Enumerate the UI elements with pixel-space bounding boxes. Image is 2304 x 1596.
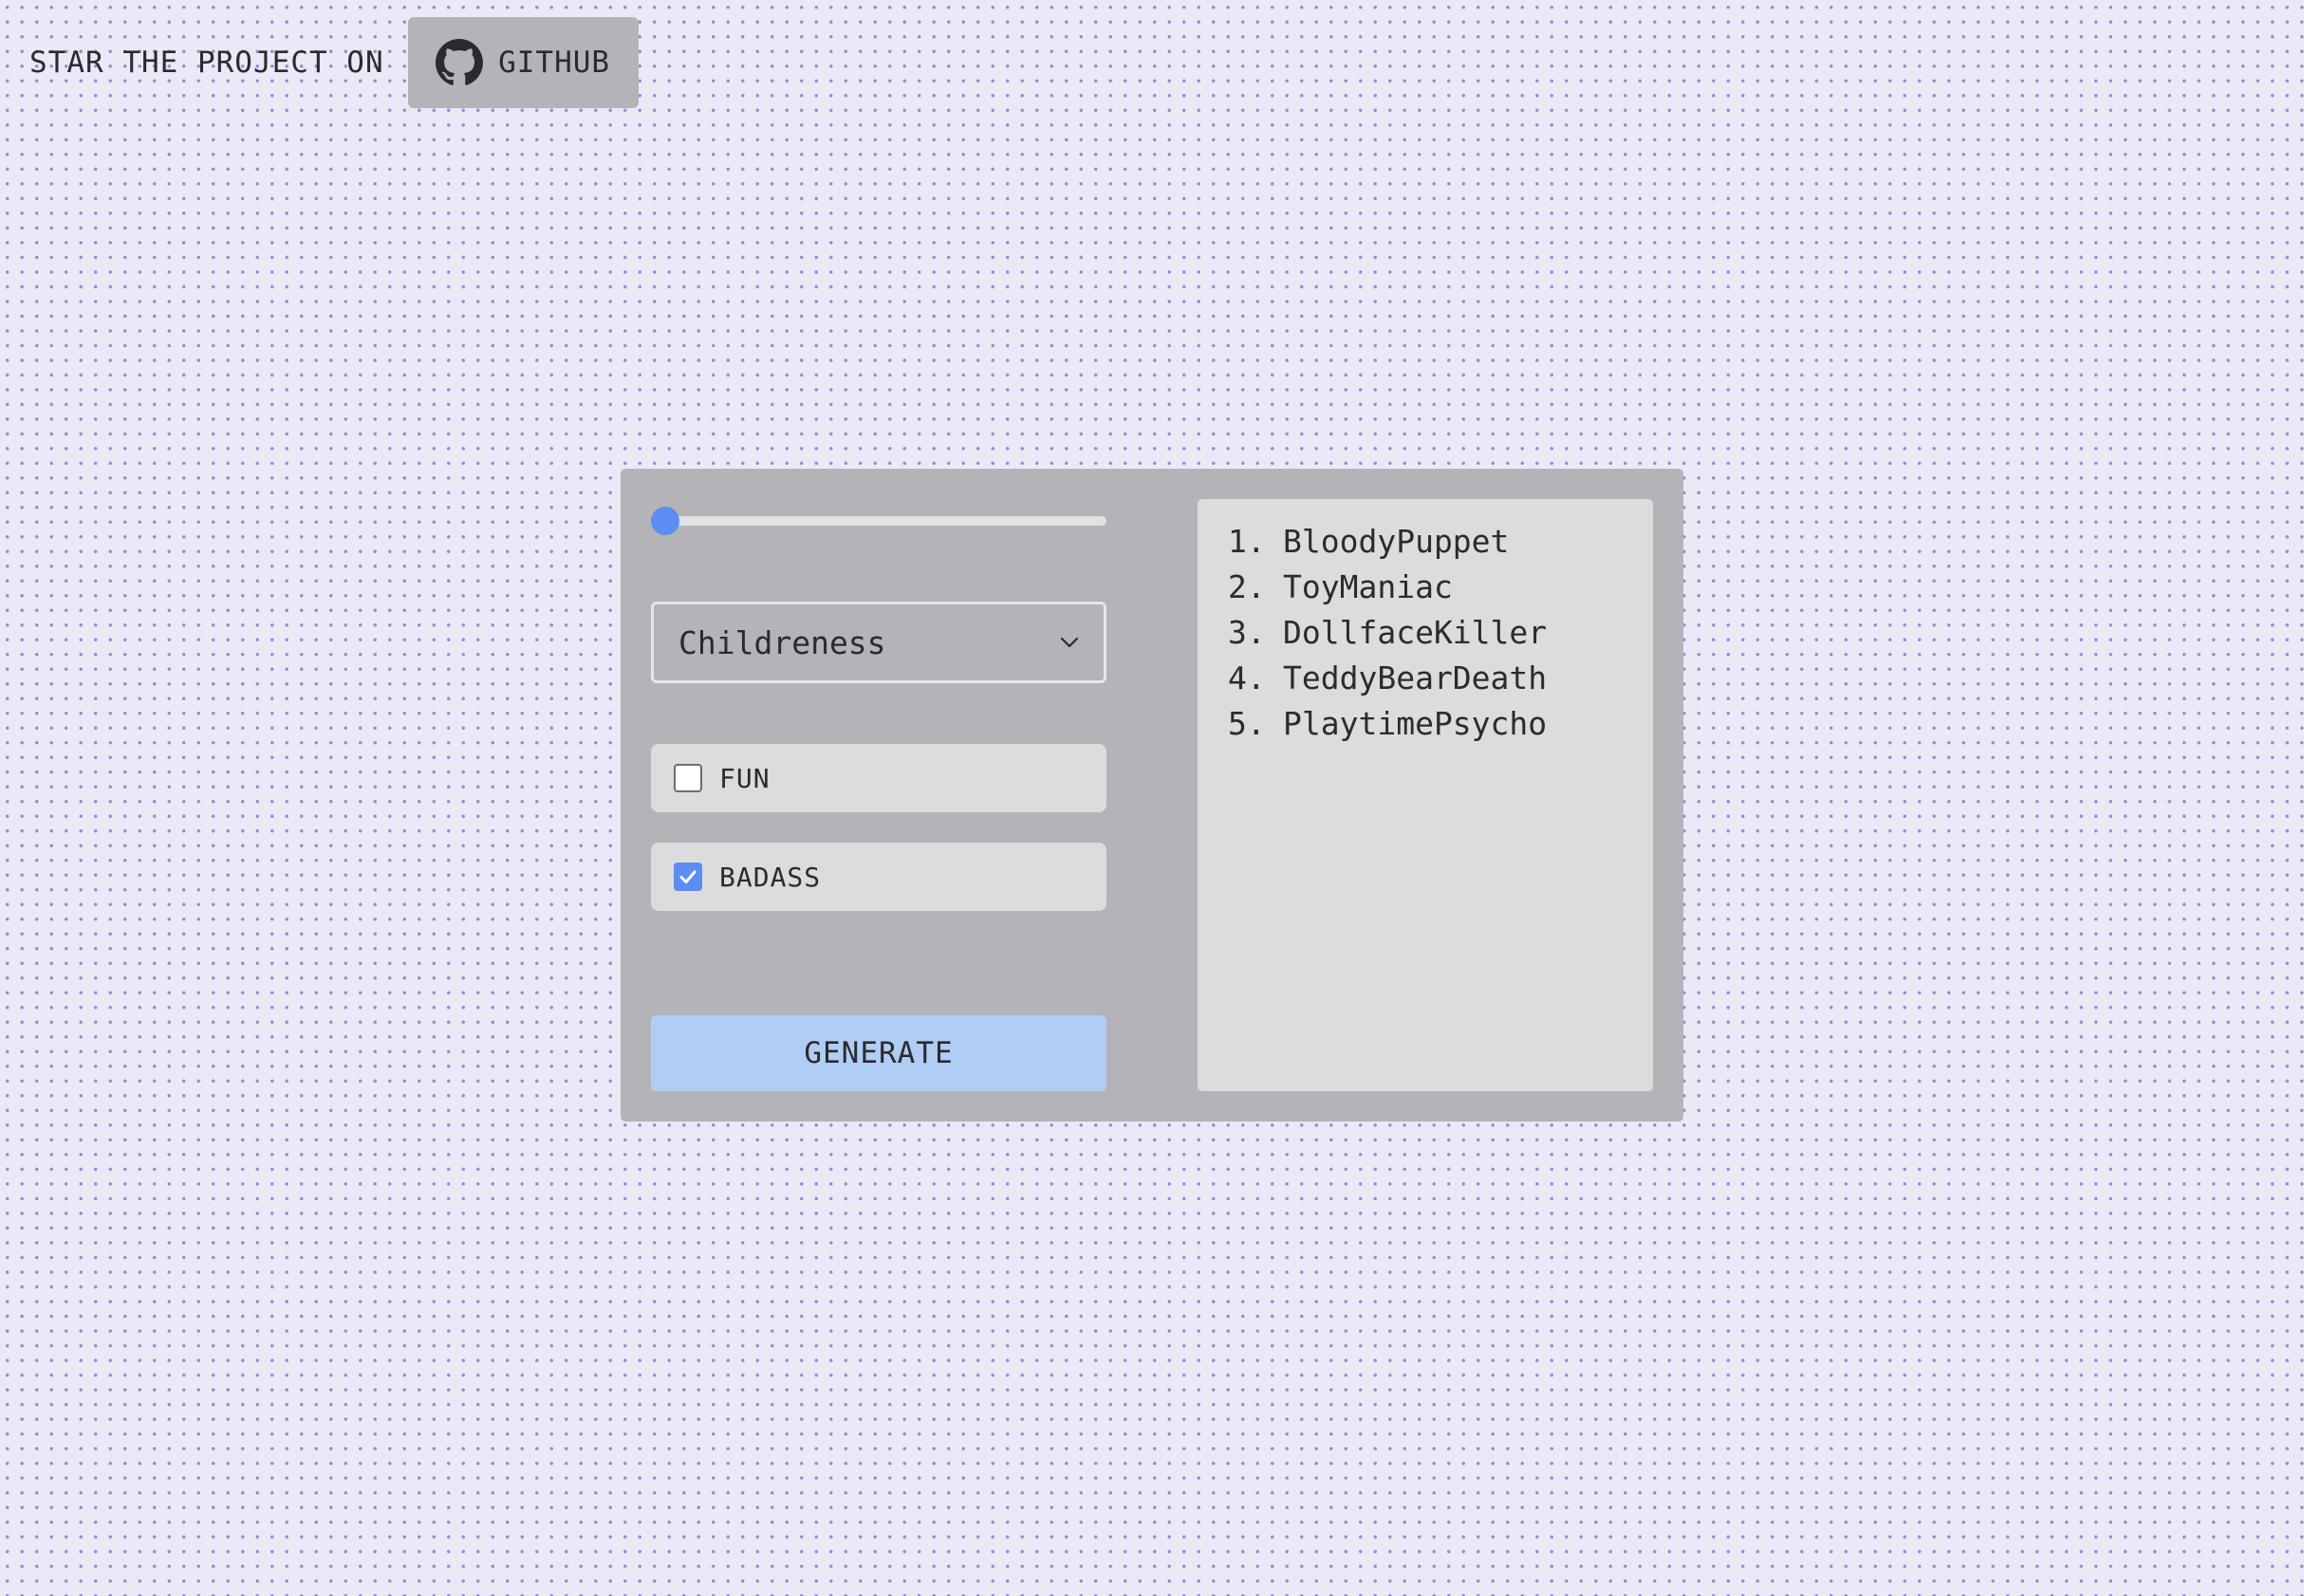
name-count-slider[interactable] (651, 505, 1106, 537)
category-select-value: Childreness (678, 623, 886, 661)
list-item-number: 5. (1228, 704, 1266, 742)
slider-thumb[interactable] (651, 507, 679, 535)
option-fun[interactable]: FUN (651, 744, 1106, 812)
slider-track[interactable] (651, 516, 1106, 526)
list-item-number: 1. (1228, 522, 1266, 560)
option-badass[interactable]: BADASS (651, 843, 1106, 911)
list-item-number: 3. (1228, 613, 1266, 651)
github-icon (436, 39, 484, 86)
chevron-down-icon (1060, 637, 1079, 648)
github-button[interactable]: GITHUB (407, 17, 639, 108)
badass-checkbox[interactable] (674, 863, 702, 891)
list-item: 1. BloodyPuppet (1228, 518, 1653, 564)
list-item-name: DollfaceKiller (1283, 613, 1548, 651)
github-label: GITHUB (498, 46, 611, 80)
list-item-name: BloodyPuppet (1283, 522, 1510, 560)
fun-label: FUN (719, 762, 771, 794)
list-item: 3. DollfaceKiller (1228, 609, 1653, 655)
generate-label: GENERATE (804, 1036, 954, 1070)
list-item-number: 4. (1228, 659, 1266, 696)
list-item: 4. TeddyBearDeath (1228, 655, 1653, 700)
list-item: 2. ToyManiac (1228, 564, 1653, 609)
category-select[interactable]: Childreness (651, 602, 1106, 683)
checkmark-icon (679, 870, 697, 883)
list-item-name: ToyManiac (1283, 567, 1453, 605)
results-list: 1. BloodyPuppet 2. ToyManiac 3. Dollface… (1198, 499, 1653, 1091)
list-item-name: TeddyBearDeath (1283, 659, 1548, 696)
generator-card: Childreness FUN BADASS GENERATE 1. Blood… (621, 469, 1683, 1122)
star-project-text: STAR THE PROJECT ON (29, 46, 384, 80)
list-item-number: 2. (1228, 567, 1266, 605)
list-item: 5. PlaytimePsycho (1228, 700, 1653, 746)
header-bar: STAR THE PROJECT ON GITHUB (29, 17, 639, 108)
generate-button[interactable]: GENERATE (651, 1015, 1106, 1091)
list-item-name: PlaytimePsycho (1283, 704, 1548, 742)
fun-checkbox[interactable] (674, 764, 702, 792)
badass-label: BADASS (719, 861, 822, 893)
